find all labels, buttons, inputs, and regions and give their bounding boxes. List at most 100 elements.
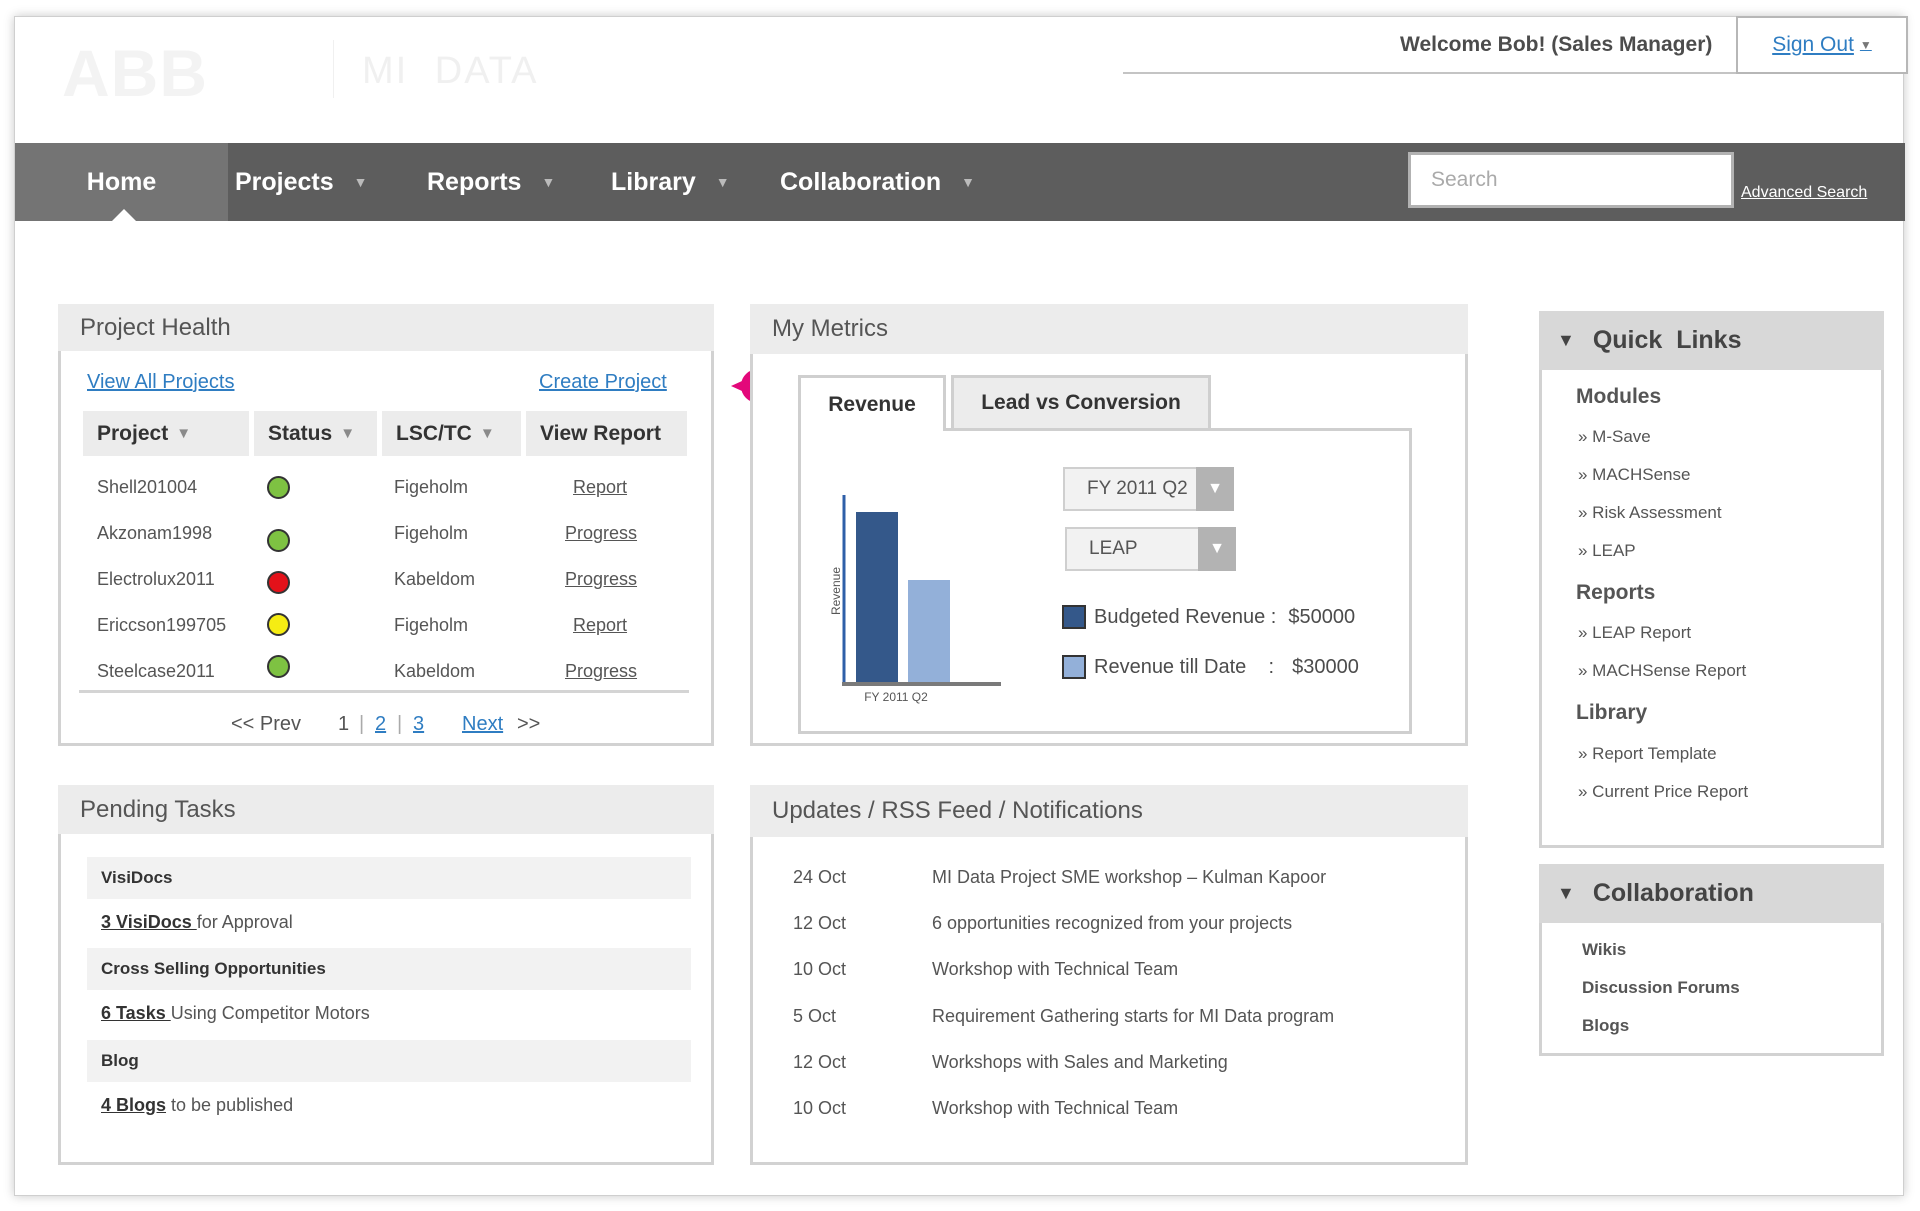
collapse-triangle-icon: ▼: [1557, 883, 1575, 903]
table-cell-project: Steelcase2011: [97, 661, 215, 681]
chevron-down-icon: ▼: [1859, 38, 1872, 52]
collab-link-discussion-forums[interactable]: Discussion Forums: [1582, 978, 1740, 998]
legend-budgeted-label: Budgeted Revenue :: [1094, 605, 1277, 628]
tab-lead-vs-conversion[interactable]: Lead vs Conversion: [951, 375, 1211, 428]
column-header-status[interactable]: Status ▼: [254, 411, 377, 456]
pagination-separator: |: [397, 713, 403, 735]
pagination-prev[interactable]: << Prev: [231, 713, 301, 736]
status-indicator: [267, 529, 290, 552]
nav-reports-label: Reports: [427, 167, 522, 196]
legend-budgeted-value: $50000: [1288, 605, 1356, 628]
status-indicator: [267, 655, 290, 678]
pagination-page-1: 1: [338, 713, 350, 735]
nav-home-label: Home: [86, 167, 157, 196]
pending-tasks-title: Pending Tasks: [58, 785, 714, 834]
feed-item[interactable]: Requirement Gathering starts for MI Data…: [932, 1006, 1334, 1027]
collaboration-panel: ▼ Collaboration Wikis Discussion Forums …: [1539, 864, 1884, 1056]
tab-revenue[interactable]: Revenue: [798, 375, 946, 431]
feed-item[interactable]: Workshop with Technical Team: [932, 1098, 1178, 1119]
bar-budgeted-revenue: [856, 512, 898, 682]
column-label: Project: [97, 421, 169, 445]
task-text: for Approval: [196, 912, 293, 932]
pagination-next[interactable]: Next: [462, 713, 503, 736]
progress-link[interactable]: Progress: [565, 661, 637, 682]
nav-collaboration[interactable]: Collaboration ▼: [780, 143, 975, 221]
quick-link-leap-report[interactable]: » LEAP Report: [1578, 623, 1691, 643]
task-item-visidocs[interactable]: 3 VisiDocs for Approval: [101, 912, 293, 933]
report-link[interactable]: Report: [573, 615, 627, 636]
collab-link-blogs[interactable]: Blogs: [1582, 1016, 1629, 1036]
pagination-next-arrow[interactable]: >>: [517, 713, 540, 736]
collaboration-title: Collaboration: [1592, 879, 1754, 907]
search-input[interactable]: [1408, 152, 1734, 208]
quick-links-reports-heading: Reports: [1576, 581, 1656, 604]
nav-projects[interactable]: Projects ▼: [235, 143, 368, 221]
legend-budgeted: Budgeted Revenue : $50000: [1062, 605, 1355, 629]
sign-out-button[interactable]: Sign Out ▼: [1736, 16, 1908, 74]
updates-feed-title: Updates / RSS Feed / Notifications: [750, 785, 1468, 837]
bar-revenue-till-date: [908, 580, 950, 682]
dropdown-arrow-icon: ▼: [1196, 467, 1234, 511]
report-link[interactable]: Report: [573, 477, 627, 498]
status-indicator: [267, 571, 290, 594]
sort-down-icon: ▼: [340, 425, 356, 442]
column-header-lsc[interactable]: LSC/TC ▼: [382, 411, 521, 456]
legend-swatch-till-date: [1062, 655, 1086, 679]
collaboration-header[interactable]: ▼ Collaboration: [1539, 864, 1884, 923]
table-cell-project: Akzonam1998: [97, 523, 213, 543]
column-header-project[interactable]: Project ▼: [83, 411, 249, 456]
quick-link-leap[interactable]: » LEAP: [1578, 541, 1636, 561]
quick-links-header[interactable]: ▼ Quick Links: [1539, 311, 1884, 370]
pagination-separator: |: [359, 713, 365, 735]
task-link[interactable]: 3 VisiDocs: [101, 912, 197, 932]
task-item-cross-selling[interactable]: 6 Tasks Using Competitor Motors: [101, 1003, 370, 1024]
task-text: Using Competitor Motors: [170, 1003, 370, 1023]
y-axis-label: Revenue: [829, 567, 843, 615]
feed-item[interactable]: 6 opportunities recognized from your pro…: [932, 913, 1292, 934]
table-cell-project: Shell201004: [97, 477, 198, 497]
task-section-visidocs: VisiDocs: [87, 857, 691, 899]
x-tick-label: FY 2011 Q2: [864, 690, 928, 704]
quick-link-machsense[interactable]: » MACHSense: [1578, 465, 1690, 485]
feed-date: 10 Oct: [793, 1098, 847, 1118]
create-project-link[interactable]: Create Project: [539, 371, 667, 394]
nav-library-label: Library: [611, 167, 696, 196]
column-label: Status: [268, 421, 333, 445]
quick-link-current-price-report[interactable]: » Current Price Report: [1578, 782, 1748, 802]
revenue-bar-chart: Revenue FY 2011 Q2: [829, 495, 1001, 704]
legend-till-date-label: Revenue till Date :: [1094, 655, 1275, 678]
nav-reports[interactable]: Reports ▼: [427, 143, 555, 221]
period-select[interactable]: FY 2011 Q2 ▼: [1063, 467, 1234, 511]
feed-item[interactable]: Workshops with Sales and Marketing: [932, 1052, 1228, 1073]
quick-link-machsense-report[interactable]: » MACHSense Report: [1578, 661, 1746, 681]
feed-item[interactable]: Workshop with Technical Team: [932, 959, 1178, 980]
nav-library[interactable]: Library ▼: [611, 143, 730, 221]
quick-link-report-template[interactable]: » Report Template: [1578, 744, 1717, 764]
advanced-search-link[interactable]: Advanced Search: [1741, 184, 1867, 202]
abb-logo: ABB: [62, 36, 208, 110]
nav-home[interactable]: Home: [15, 143, 228, 221]
progress-link[interactable]: Progress: [565, 523, 637, 544]
quick-link-m-save[interactable]: » M-Save: [1578, 427, 1651, 447]
quick-link-risk-assessment[interactable]: » Risk Assessment: [1578, 503, 1722, 523]
feed-date: 24 Oct: [793, 867, 847, 887]
task-section-blog: Blog: [87, 1040, 691, 1082]
pagination-page-3[interactable]: 3: [413, 713, 424, 736]
task-item-blog[interactable]: 4 Blogs to be published: [101, 1095, 293, 1116]
module-select[interactable]: LEAP ▼: [1065, 527, 1236, 571]
nav-collaboration-label: Collaboration: [780, 167, 942, 196]
legend-swatch-budgeted: [1062, 605, 1086, 629]
pagination-page-2[interactable]: 2: [375, 713, 386, 736]
table-bottom-border: [79, 690, 689, 693]
feed-item[interactable]: MI Data Project SME workshop – Kulman Ka…: [932, 867, 1326, 888]
task-link[interactable]: 6 Tasks: [101, 1003, 171, 1023]
collab-link-wikis[interactable]: Wikis: [1582, 940, 1626, 960]
task-link[interactable]: 4 Blogs: [101, 1095, 166, 1115]
legend-till-date-value: $30000: [1292, 655, 1359, 678]
sort-down-icon: ▼: [479, 425, 495, 442]
project-health-title: Project Health: [58, 304, 714, 351]
view-all-projects-link[interactable]: View All Projects: [87, 371, 234, 394]
progress-link[interactable]: Progress: [565, 569, 637, 590]
table-cell-lsc: Kabeldom: [394, 569, 476, 589]
table-cell-lsc: Figeholm: [394, 523, 469, 543]
